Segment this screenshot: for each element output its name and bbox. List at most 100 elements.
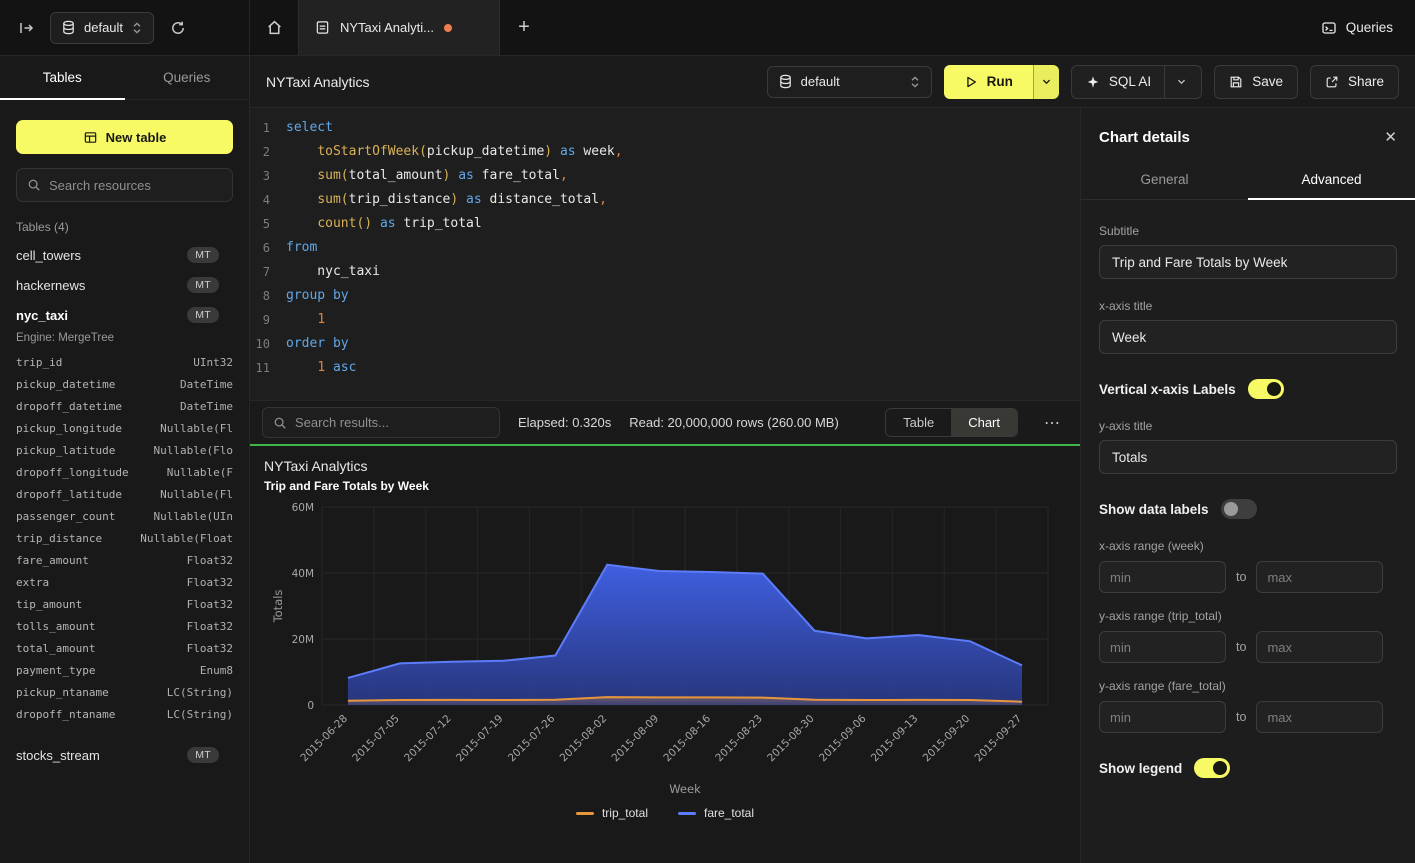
run-database-selector[interactable]: default: [767, 66, 932, 98]
sql-ai-button[interactable]: SQL AI: [1071, 65, 1202, 99]
more-options-icon[interactable]: ⋯: [1036, 411, 1068, 435]
queries-button[interactable]: Queries: [1321, 20, 1393, 36]
unsaved-dot: [444, 24, 452, 32]
panel-tab-general[interactable]: General: [1081, 162, 1248, 199]
save-button[interactable]: Save: [1214, 65, 1298, 99]
search-resources-input[interactable]: [49, 178, 225, 193]
tables-section-label: Tables (4): [16, 220, 233, 234]
vertical-xaxis-labels-toggle[interactable]: [1248, 379, 1284, 399]
run-options-caret[interactable]: [1033, 65, 1059, 99]
column-row[interactable]: dropoff_longitudeNullable(F: [0, 462, 249, 484]
column-row[interactable]: dropoff_latitudeNullable(Fl: [0, 484, 249, 506]
column-name: tip_amount: [16, 596, 82, 614]
vertical-xaxis-labels-label: Vertical x-axis Labels: [1099, 382, 1236, 397]
column-row[interactable]: tolls_amountFloat32: [0, 616, 249, 638]
column-row[interactable]: payment_typeEnum8: [0, 660, 249, 682]
column-row[interactable]: passenger_countNullable(UIn: [0, 506, 249, 528]
legend-label: trip_total: [602, 806, 648, 820]
xaxis-range-min-input[interactable]: [1099, 561, 1226, 593]
column-type: Float32: [187, 640, 233, 658]
table-row[interactable]: stocks_streamMT: [0, 740, 249, 770]
database-icon: [778, 74, 793, 89]
column-type: LC(String): [167, 706, 233, 724]
svg-text:2015-09-27: 2015-09-27: [973, 713, 1025, 765]
read-stat: Read: 20,000,000 rows (260.00 MB): [629, 415, 839, 430]
svg-text:2015-06-28: 2015-06-28: [298, 713, 350, 765]
run-button[interactable]: Run: [944, 65, 1033, 99]
database-selector-value: default: [84, 20, 123, 35]
panel-body: Subtitle x-axis title Vertical x-axis La…: [1081, 200, 1415, 863]
svg-text:Week: Week: [669, 782, 701, 796]
tables-list: cell_towersMThackernewsMTnyc_taxiMTEngin…: [0, 240, 249, 863]
yaxis-range-trip-max-input[interactable]: [1256, 631, 1383, 663]
column-row[interactable]: trip_distanceNullable(Float: [0, 528, 249, 550]
column-row[interactable]: pickup_latitudeNullable(Flo: [0, 440, 249, 462]
new-table-button[interactable]: New table: [16, 120, 233, 154]
column-row[interactable]: extraFloat32: [0, 572, 249, 594]
search-icon: [27, 178, 41, 192]
to-label: to: [1236, 710, 1246, 724]
column-row[interactable]: trip_idUInt32: [0, 352, 249, 374]
legend-item[interactable]: fare_total: [678, 806, 754, 820]
sql-editor[interactable]: 1select2 toStartOfWeek(pickup_datetime) …: [250, 108, 1080, 400]
home-icon[interactable]: [250, 0, 298, 55]
column-row[interactable]: total_amount Float32: [0, 638, 249, 660]
table-row[interactable]: nyc_taxi MT: [0, 300, 249, 330]
column-row[interactable]: fare_amountFloat32: [0, 550, 249, 572]
column-type: Nullable(F: [167, 464, 233, 482]
divider: [1164, 66, 1165, 98]
legend-item[interactable]: trip_total: [576, 806, 648, 820]
engine-badge: MT: [187, 307, 219, 323]
editor-line: 11 1 asc: [250, 356, 1080, 380]
refresh-icon[interactable]: [166, 16, 190, 40]
column-row[interactable]: dropoff_ntanameLC(String): [0, 704, 249, 726]
line-number: 8: [250, 284, 286, 308]
view-tab-chart[interactable]: Chart: [951, 409, 1017, 436]
yaxis-title-input[interactable]: [1099, 440, 1397, 474]
view-tab-table[interactable]: Table: [886, 409, 951, 436]
line-number: 11: [250, 356, 286, 380]
column-row[interactable]: pickup_datetimeDateTime: [0, 374, 249, 396]
column-type: Enum8: [200, 662, 233, 680]
panel-tab-advanced[interactable]: Advanced: [1248, 162, 1415, 199]
tab-nytaxi-analytics[interactable]: NYTaxi Analyti...: [298, 0, 500, 55]
column-row[interactable]: pickup_ntanameLC(String): [0, 682, 249, 704]
yaxis-range-fare-min-input[interactable]: [1099, 701, 1226, 733]
xaxis-title-input[interactable]: [1099, 320, 1397, 354]
collapse-sidebar-icon[interactable]: [14, 16, 38, 40]
search-results-input[interactable]: [295, 415, 489, 430]
xaxis-range-label: x-axis range (week): [1099, 539, 1397, 553]
close-icon[interactable]: ✕: [1384, 128, 1397, 146]
run-database-value: default: [801, 74, 840, 89]
main-area: NYTaxi Analytics default: [250, 56, 1415, 863]
line-number: 3: [250, 164, 286, 188]
show-data-labels-toggle[interactable]: [1221, 499, 1257, 519]
app-window: default NYTaxi Analyti... +: [0, 0, 1415, 863]
table-name: nyc_taxi: [16, 308, 68, 323]
column-type: Float32: [187, 596, 233, 614]
column-row[interactable]: pickup_longitudeNullable(Fl: [0, 418, 249, 440]
table-row[interactable]: cell_towersMT: [0, 240, 249, 270]
sidebar-tab-tables[interactable]: Tables: [0, 56, 125, 99]
yaxis-range-trip-label: y-axis range (trip_total): [1099, 609, 1397, 623]
xaxis-range-max-input[interactable]: [1256, 561, 1383, 593]
share-button[interactable]: Share: [1310, 65, 1399, 99]
subtitle-input[interactable]: [1099, 245, 1397, 279]
editor-line: 6from: [250, 236, 1080, 260]
column-name: total_amount: [16, 640, 95, 658]
table-row[interactable]: hackernewsMT: [0, 270, 249, 300]
yaxis-range-fare-max-input[interactable]: [1256, 701, 1383, 733]
sidebar-tab-queries[interactable]: Queries: [125, 56, 250, 99]
database-selector[interactable]: default: [50, 12, 154, 44]
column-name: passenger_count: [16, 508, 115, 526]
chart-subtitle: Trip and Fare Totals by Week: [264, 479, 1066, 493]
yaxis-range-trip-min-input[interactable]: [1099, 631, 1226, 663]
chevron-down-icon[interactable]: [1176, 76, 1187, 87]
query-header: NYTaxi Analytics default: [250, 56, 1415, 108]
to-label: to: [1236, 570, 1246, 584]
show-legend-toggle[interactable]: [1194, 758, 1230, 778]
svg-text:2015-09-06: 2015-09-06: [817, 712, 869, 764]
column-row[interactable]: dropoff_datetimeDateTime: [0, 396, 249, 418]
column-row[interactable]: tip_amount Float32: [0, 594, 249, 616]
new-tab-button[interactable]: +: [500, 0, 548, 55]
